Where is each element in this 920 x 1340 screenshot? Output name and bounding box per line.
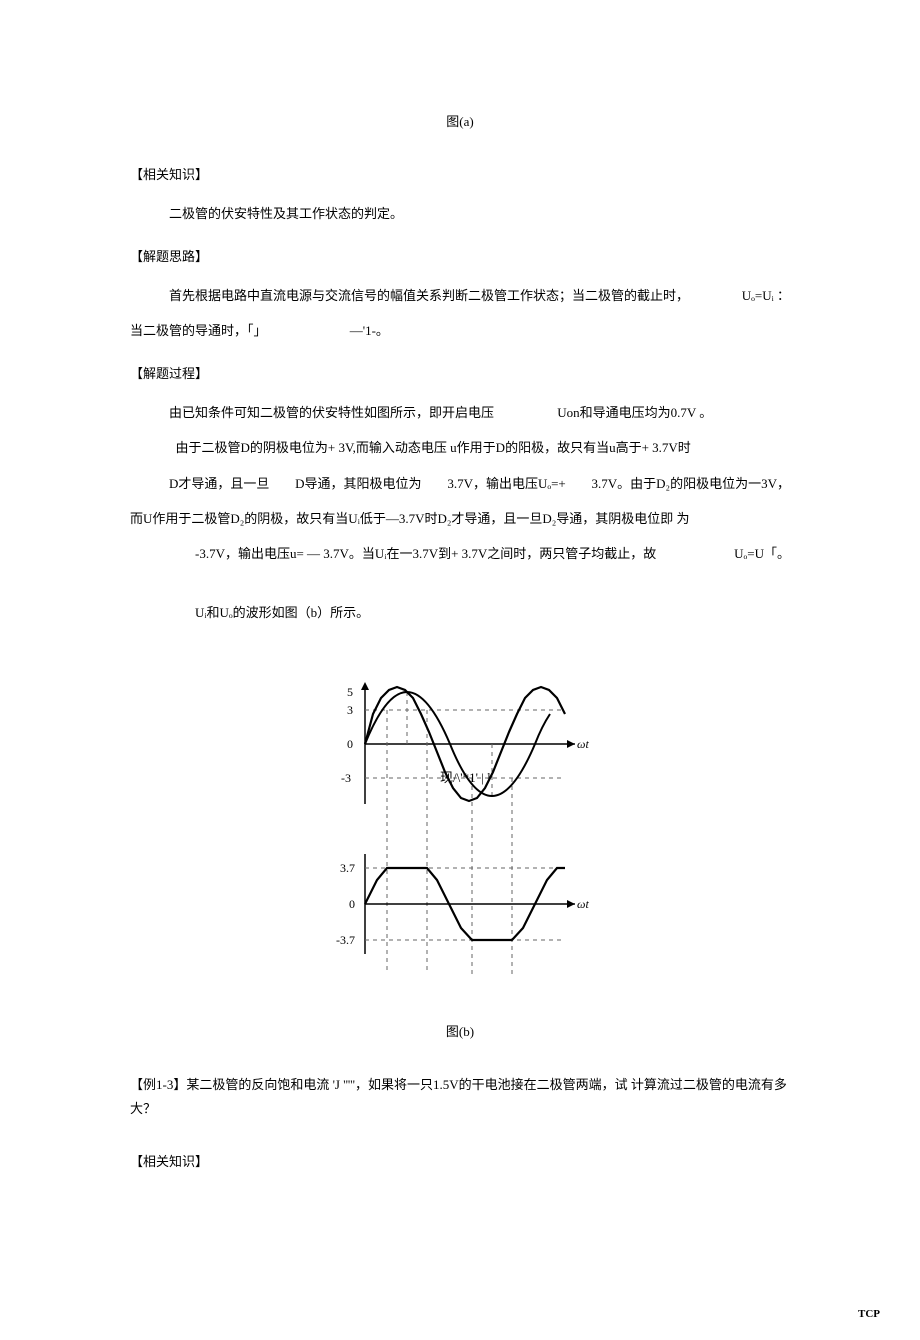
section-related-knowledge: 【相关知识】 — [130, 163, 790, 186]
process-p1: 由已知条件可知二极管的伏安特性如图所示，即开启电压 Uon和导通电压均为0.7V… — [130, 401, 790, 424]
idea-line-1-main: 首先根据电路中直流电源与交流信号的幅值关系判断二极管工作状态；当二极管的截止时， — [169, 284, 689, 307]
section-related-knowledge-2: 【相关知识】 — [130, 1150, 790, 1173]
svg-text:3.7: 3.7 — [340, 861, 355, 875]
example-1-3: 【例1-3】某二极管的反向饱和电流 'J '''''，如果将一只1.5V的干电池… — [130, 1073, 790, 1120]
overlay-text: 现/\'*1' | ¹ — [440, 766, 790, 789]
svg-text:3: 3 — [347, 703, 353, 717]
idea-line-2: 当二极管的导通时，「」 —'1-。 — [130, 319, 790, 342]
section-solution-idea: 【解题思路】 — [130, 245, 790, 268]
section-solution-process: 【解题过程】 — [130, 362, 790, 385]
process-p3: D才导通，且一旦 D导通，其阳极电位为 3.7V，输出电压Uₒ=+ 3.7V。由… — [130, 472, 790, 495]
svg-text:ωt: ωt — [577, 897, 589, 911]
page-footer: TCP — [858, 1305, 880, 1325]
figure-b-caption: 图(b) — [130, 1020, 790, 1043]
process-p4: 而U作用于二极管D₂的阴极，故只有当Uᵢ低于—3.7V时D₂才导通，且一旦D₂导… — [130, 507, 790, 530]
process-p6: Uᵢ和Uₒ的波形如图（b）所示。 — [130, 601, 790, 624]
figure-a-caption: 图(a) — [130, 110, 790, 133]
related-knowledge-text: 二极管的伏安特性及其工作状态的判定。 — [130, 202, 790, 225]
idea-line-1: 首先根据电路中直流电源与交流信号的幅值关系判断二极管工作状态；当二极管的截止时，… — [130, 284, 790, 307]
svg-text:0: 0 — [347, 737, 353, 751]
process-p5-a: -3.7V，输出电压u= — 3.7V。当Uᵢ在一3.7V到+ 3.7V之间时，… — [195, 542, 656, 565]
waveform-svg: 5 3 0 -3 ωt — [325, 674, 595, 974]
svg-text:-3: -3 — [341, 771, 351, 785]
idea-line-2-mid: —'1-。 — [350, 323, 389, 338]
svg-text:0: 0 — [349, 897, 355, 911]
svg-text:ωt: ωt — [577, 737, 589, 751]
process-p2: 由于二极管D的阴极电位为+ 3V,而输入动态电压 u作用于D的阳极，故只有当u高… — [130, 436, 790, 459]
process-p5-b: Uₒ=U「。 — [734, 542, 790, 565]
idea-line-2-main: 当二极管的导通时，「」 — [130, 323, 267, 338]
svg-text:5: 5 — [347, 685, 353, 699]
process-p3-a: D才导通，且一旦 — [169, 472, 269, 495]
process-p3-b: D导通，其阳极电位为 — [295, 472, 421, 495]
document-page: 图(a) 【相关知识】 二极管的伏安特性及其工作状态的判定。 【解题思路】 首先… — [0, 0, 920, 1340]
svg-text:-3.7: -3.7 — [336, 933, 355, 947]
process-p3-d: 3.7V。由于D₂的阳极电位为一3V， — [592, 472, 790, 495]
waveform-charts: 5 3 0 -3 ωt — [130, 674, 790, 981]
idea-line-1-formula: Uₒ=Uᵢ ： — [742, 284, 790, 307]
process-p5: -3.7V，输出电压u= — 3.7V。当Uᵢ在一3.7V到+ 3.7V之间时，… — [130, 542, 790, 565]
process-p3-c: 3.7V，输出电压Uₒ=+ — [447, 472, 565, 495]
process-p1-b: Uon和导通电压均为0.7V 。 — [557, 405, 712, 420]
process-p1-a: 由已知条件可知二极管的伏安特性如图所示，即开启电压 — [169, 405, 494, 420]
